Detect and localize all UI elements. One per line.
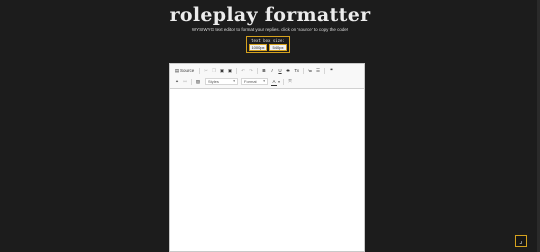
link-icon[interactable]: ⚭ [174, 79, 180, 85]
arrow-up-icon: ⌟ [519, 237, 523, 245]
text-box-size-panel: text box size: 1000px 540px [246, 36, 290, 53]
unlink-icon[interactable]: ⚯ [182, 79, 188, 85]
page-title: roleplay formatter [169, 4, 371, 26]
text-box-size-label: text box size: [251, 38, 285, 43]
chevron-down-icon: ▾ [263, 79, 265, 83]
styles-dropdown[interactable]: Styles ▾ [205, 78, 238, 85]
size-1000px-button[interactable]: 1000px [249, 44, 267, 51]
bulleted-list-icon[interactable]: ☰ [315, 68, 321, 74]
toolbar-separator [257, 68, 258, 74]
toolbar-separator [199, 68, 200, 74]
wysiwyg-editor: ▤ Source ✂ ❐ ▣ ▣ ↶ ↷ B I U S Tx ≔ ☰ ❝ ⚭ … [169, 63, 365, 252]
page-subtitle: WYSIWYG text editor to format your repli… [191, 27, 349, 32]
maximize-icon[interactable]: ⤧ [287, 79, 293, 85]
styles-dropdown-label: Styles [208, 79, 219, 84]
remove-format-button[interactable]: Tx [293, 68, 300, 74]
scroll-to-top-button[interactable]: ⌟ [515, 235, 527, 247]
toolbar-separator [303, 68, 304, 74]
strikethrough-button[interactable]: S [285, 68, 291, 74]
editor-content-area[interactable] [170, 89, 364, 251]
blockquote-button[interactable]: ❝ [328, 68, 335, 74]
format-dropdown[interactable]: Format ▾ [241, 78, 268, 85]
italic-button[interactable]: I [269, 68, 275, 74]
paste-icon[interactable]: ▣ [219, 68, 225, 74]
toolbar-separator [283, 79, 284, 85]
copy-icon[interactable]: ❐ [211, 68, 217, 74]
format-dropdown-label: Format [244, 79, 257, 84]
undo-icon[interactable]: ↶ [240, 68, 246, 74]
paste-text-icon[interactable]: ▣ [227, 68, 233, 74]
text-color-chevron-icon[interactable]: ▾ [277, 79, 281, 85]
toolbar-separator [236, 68, 237, 74]
editor-toolbar: ▤ Source ✂ ❐ ▣ ▣ ↶ ↷ B I U S Tx ≔ ☰ ❝ ⚭ … [170, 64, 364, 89]
source-button[interactable]: Source [180, 68, 194, 74]
chevron-down-icon: ▾ [233, 79, 235, 83]
toolbar-separator [191, 79, 192, 85]
bold-button[interactable]: B [261, 68, 267, 74]
size-540px-button[interactable]: 540px [269, 44, 287, 51]
redo-icon[interactable]: ↷ [248, 68, 254, 74]
numbered-list-icon[interactable]: ≔ [307, 68, 313, 74]
toolbar-separator [324, 68, 325, 74]
underline-button[interactable]: U [277, 68, 283, 74]
image-icon[interactable]: ▨ [195, 79, 201, 85]
cut-icon[interactable]: ✂ [203, 68, 209, 74]
